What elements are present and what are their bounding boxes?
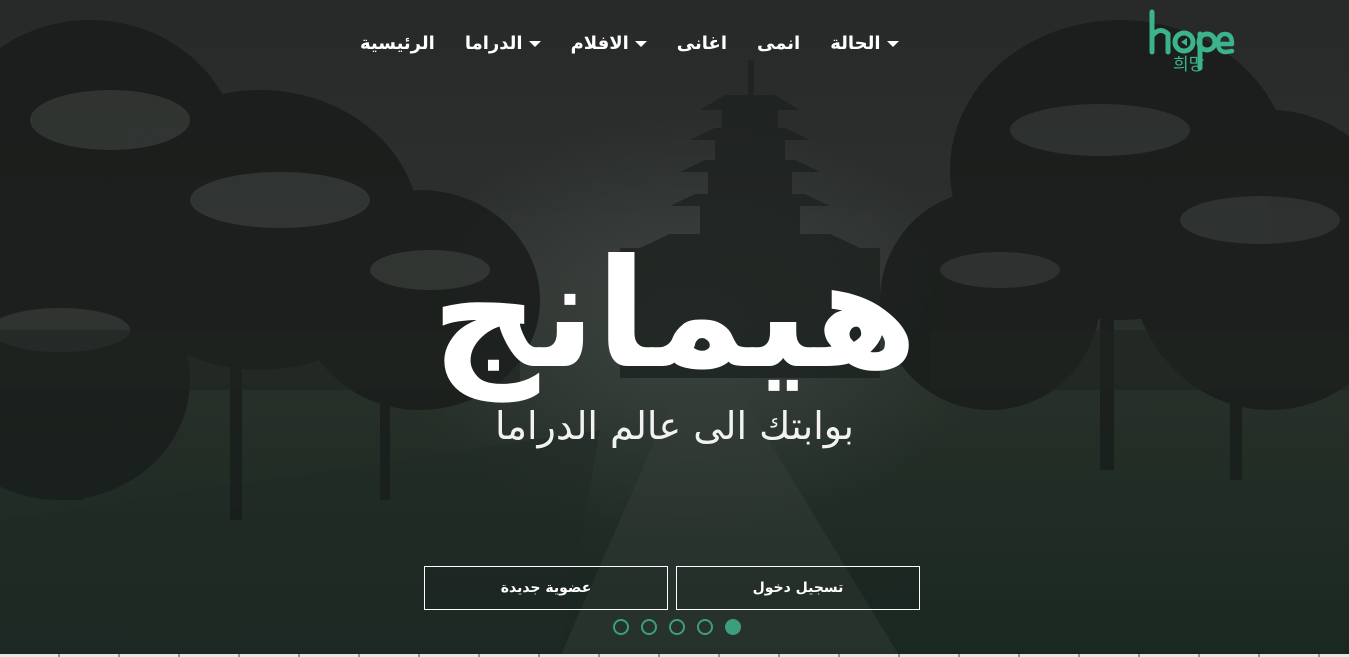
carousel-dot[interactable] [641,619,657,635]
hero-title: هيمانج [431,228,920,402]
hero-section: 희망 الرئيسية الدراما الافلام اغانى انمى ا… [0,0,1349,657]
carousel-dot[interactable] [613,619,629,635]
nav-label: الرئيسية [360,32,435,54]
nav-item-anime[interactable]: انمى [757,33,800,54]
caret-down-icon [634,41,647,47]
caret-down-icon [886,41,899,47]
carousel-dot[interactable] [697,619,713,635]
nav-item-home[interactable]: الرئيسية [360,33,435,54]
main-nav: الرئيسية الدراما الافلام اغانى انمى الحا… [360,28,899,58]
hope-logo[interactable]: 희망 [1146,8,1236,74]
nav-label: الافلام [570,32,629,54]
nav-item-status[interactable]: الحالة [830,32,899,54]
nav-label: اغانى [676,32,727,54]
nav-item-songs[interactable]: اغانى [677,33,727,54]
login-button[interactable]: تسجيل دخول [676,566,920,610]
carousel-dot[interactable] [669,619,685,635]
nav-label: الدراما [464,32,523,54]
hero-subtitle: بوابتك الى عالم الدراما [495,404,854,448]
nav-item-drama[interactable]: الدراما [465,33,541,54]
nav-item-movies[interactable]: الافلام [571,33,647,54]
carousel-indicators [613,619,741,635]
nav-label: انمى [757,32,801,54]
nav-label: الحالة [830,32,881,54]
caret-down-icon [528,41,541,47]
signup-button[interactable]: عضوية جديدة [424,566,668,610]
carousel-dot[interactable] [725,619,741,635]
logo-korean: 희망 [1173,55,1205,74]
